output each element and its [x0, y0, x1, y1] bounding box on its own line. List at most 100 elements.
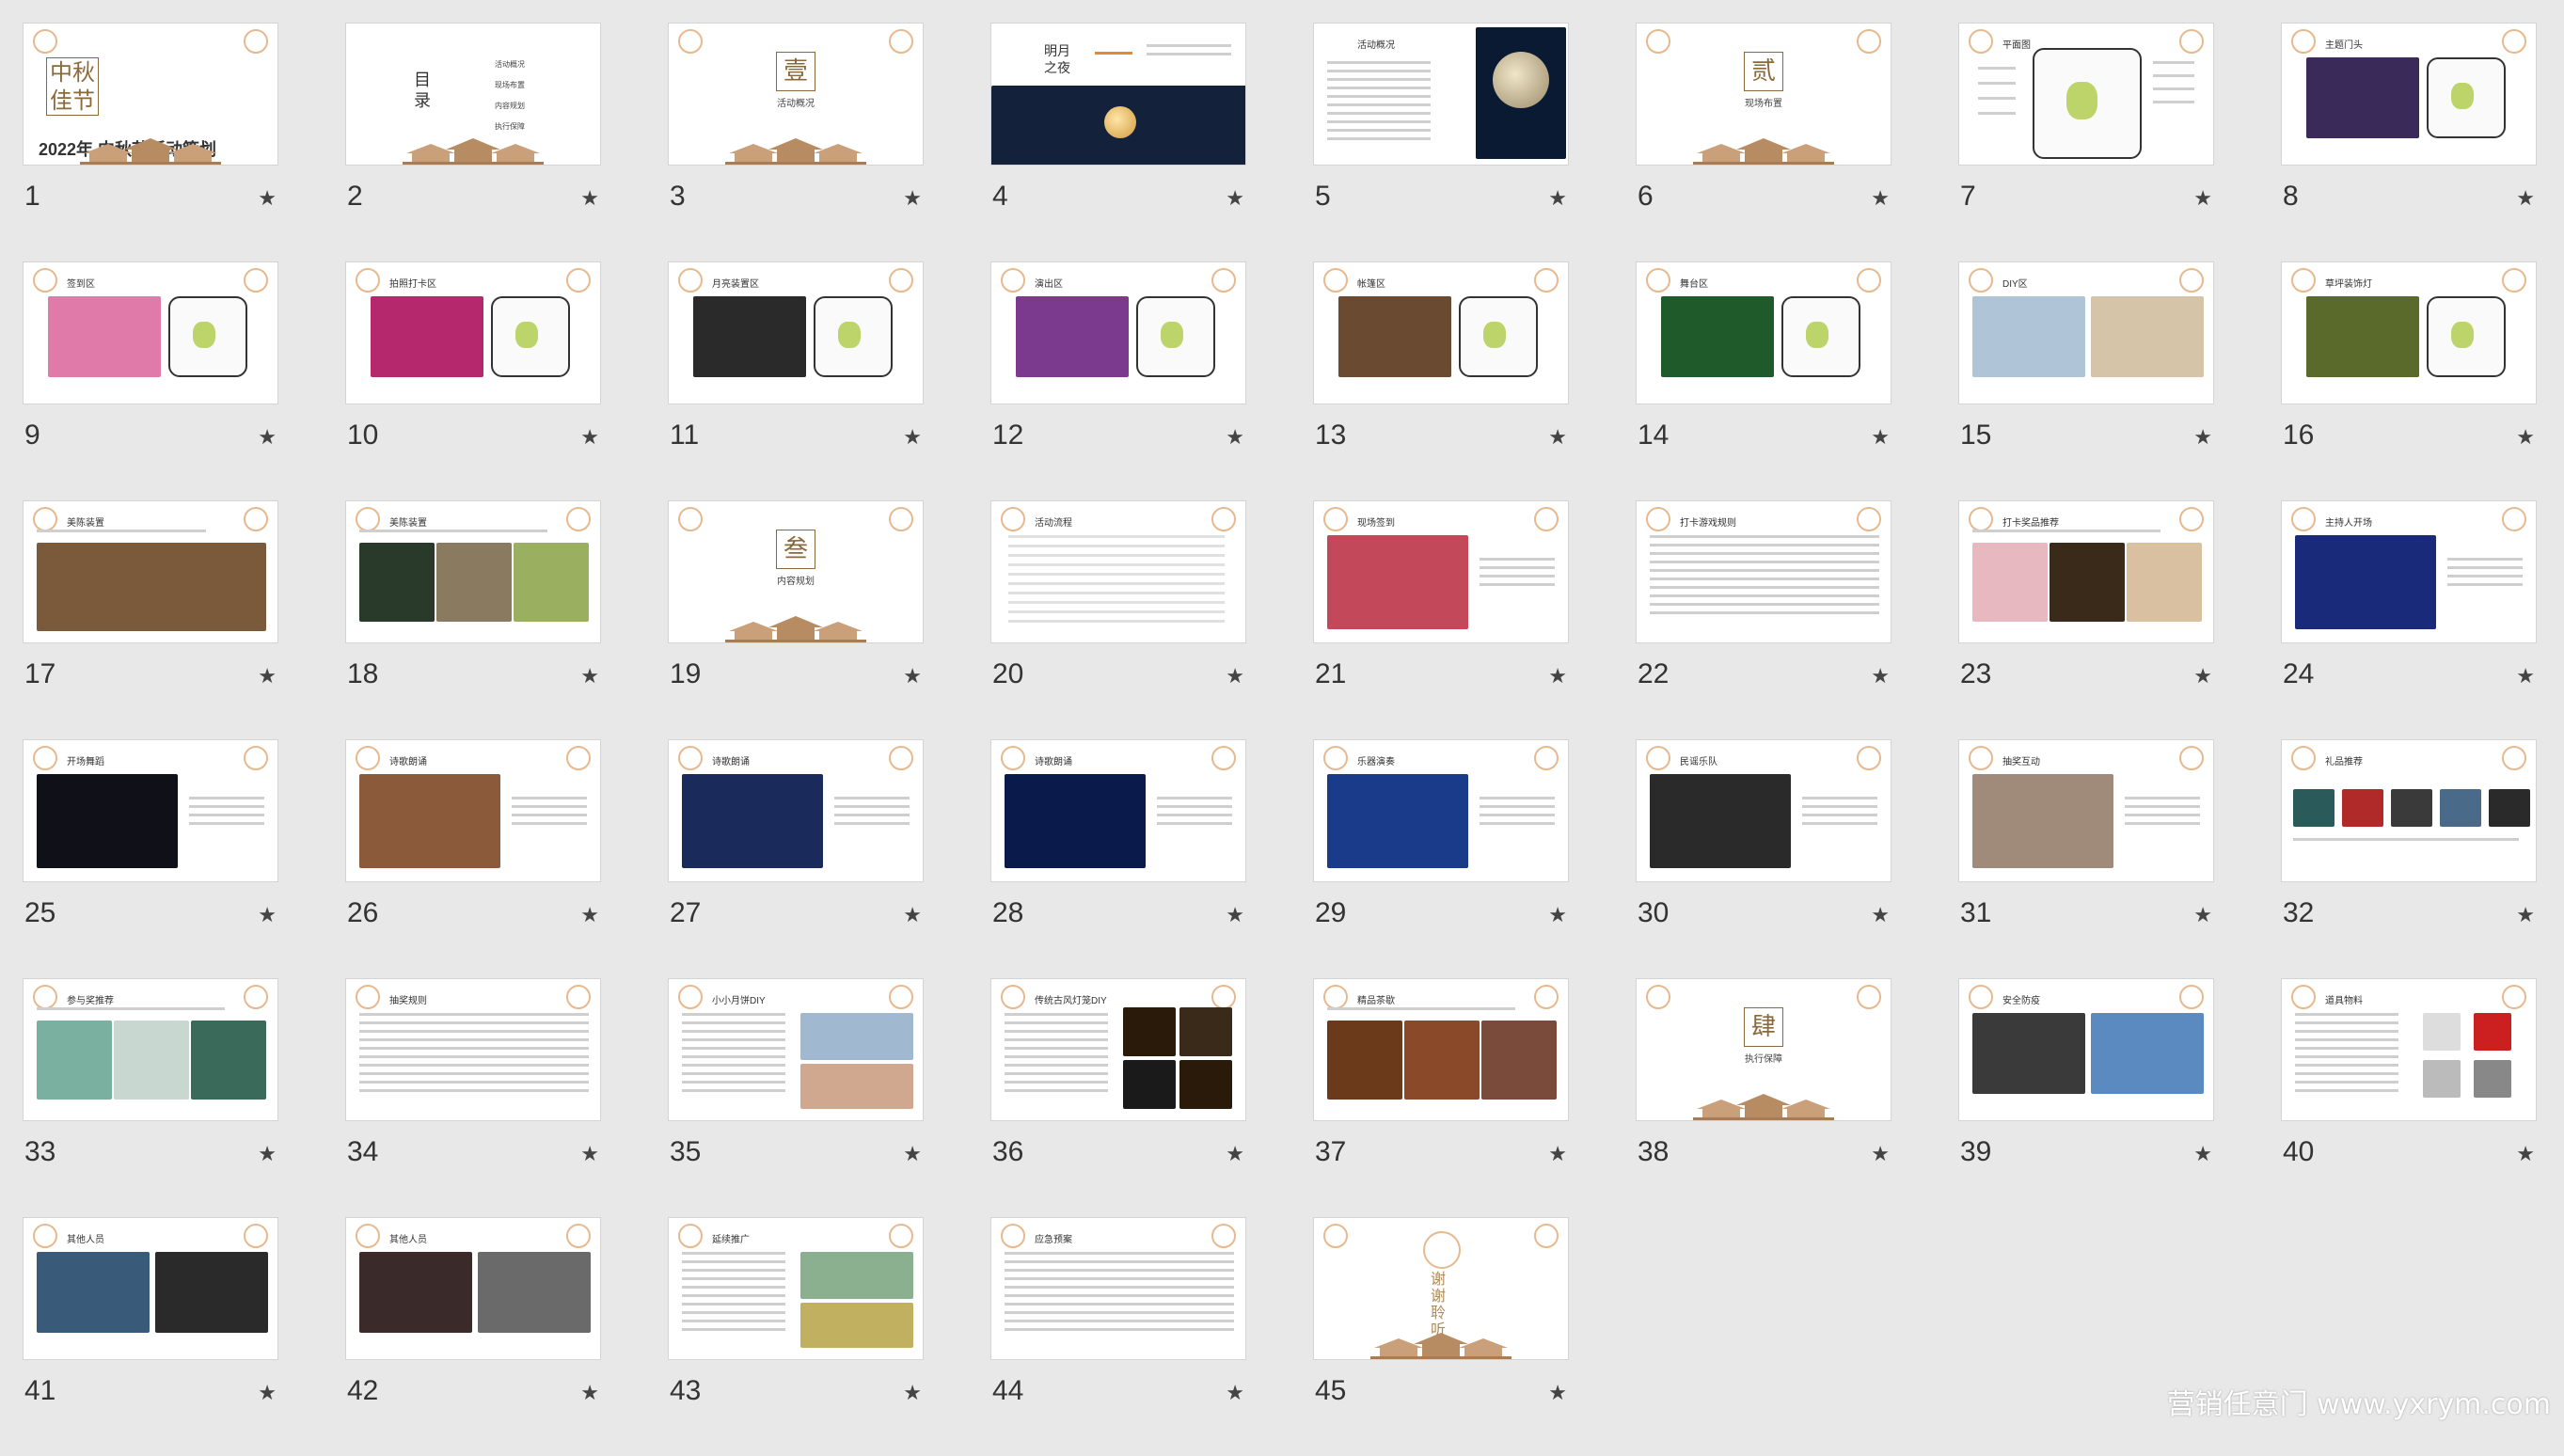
slide-preview[interactable]: 平面图 — [1958, 23, 2214, 166]
slide-preview[interactable]: 谢谢聆听 — [1313, 1217, 1569, 1360]
slide-thumbnail[interactable]: 道具物料 40 ★ — [2281, 978, 2537, 1217]
star-icon[interactable]: ★ — [2516, 425, 2535, 450]
slide-thumbnail[interactable]: 主题门头 8 ★ — [2281, 23, 2537, 261]
slide-thumbnail[interactable]: 开场舞蹈 25 ★ — [23, 739, 278, 978]
slide-thumbnail[interactable]: 贰现场布置 6 ★ — [1636, 23, 1891, 261]
star-icon[interactable]: ★ — [2193, 186, 2212, 211]
slide-thumbnail[interactable]: 安全防疫 39 ★ — [1958, 978, 2214, 1217]
star-icon[interactable]: ★ — [1226, 664, 1244, 688]
slide-preview[interactable]: 美陈装置 — [23, 500, 278, 643]
slide-preview[interactable]: 叁内容规划 — [668, 500, 924, 643]
star-icon[interactable]: ★ — [903, 425, 922, 450]
slide-thumbnail[interactable]: 其他人员 41 ★ — [23, 1217, 278, 1456]
slide-preview[interactable]: 打卡奖品推荐 — [1958, 500, 2214, 643]
slide-thumbnail[interactable]: 诗歌朗诵 26 ★ — [345, 739, 601, 978]
slide-thumbnail[interactable]: 目录 活动概况 现场布置 内容规划 执行保障 2 ★ — [345, 23, 601, 261]
slide-preview[interactable]: 活动流程 — [990, 500, 1246, 643]
slide-thumbnail[interactable]: 传统古风灯笼DIY 36 ★ — [990, 978, 1246, 1217]
slide-thumbnail[interactable]: 中秋佳节2022年 中秋节活动策划 1 ★ — [23, 23, 278, 261]
slide-preview[interactable]: 肆执行保障 — [1636, 978, 1891, 1121]
slide-preview[interactable]: 安全防疫 — [1958, 978, 2214, 1121]
star-icon[interactable]: ★ — [903, 903, 922, 927]
star-icon[interactable]: ★ — [258, 425, 277, 450]
star-icon[interactable]: ★ — [2193, 903, 2212, 927]
slide-preview[interactable]: 帐篷区 — [1313, 261, 1569, 404]
star-icon[interactable]: ★ — [1226, 903, 1244, 927]
star-icon[interactable]: ★ — [2516, 664, 2535, 688]
slide-preview[interactable]: 贰现场布置 — [1636, 23, 1891, 166]
star-icon[interactable]: ★ — [1226, 1381, 1244, 1405]
star-icon[interactable]: ★ — [258, 664, 277, 688]
slide-thumbnail[interactable]: 诗歌朗诵 28 ★ — [990, 739, 1246, 978]
slide-preview[interactable]: 主持人开场 — [2281, 500, 2537, 643]
star-icon[interactable]: ★ — [1871, 425, 1890, 450]
slide-thumbnail[interactable]: 平面图 7 ★ — [1958, 23, 2214, 261]
star-icon[interactable]: ★ — [1226, 186, 1244, 211]
star-icon[interactable]: ★ — [1548, 1142, 1567, 1166]
slide-preview[interactable]: 精品茶歇 — [1313, 978, 1569, 1121]
star-icon[interactable]: ★ — [903, 664, 922, 688]
slide-preview[interactable]: 开场舞蹈 — [23, 739, 278, 882]
star-icon[interactable]: ★ — [1548, 1381, 1567, 1405]
star-icon[interactable]: ★ — [903, 186, 922, 211]
slide-thumbnail[interactable]: 叁内容规划 19 ★ — [668, 500, 924, 739]
star-icon[interactable]: ★ — [2193, 664, 2212, 688]
slide-preview[interactable]: 礼品推荐 — [2281, 739, 2537, 882]
slide-preview[interactable]: 演出区 — [990, 261, 1246, 404]
slide-preview[interactable]: 草坪装饰灯 — [2281, 261, 2537, 404]
star-icon[interactable]: ★ — [2193, 1142, 2212, 1166]
slide-preview[interactable]: 乐器演奏 — [1313, 739, 1569, 882]
slide-thumbnail[interactable]: 帐篷区 13 ★ — [1313, 261, 1569, 500]
slide-thumbnail[interactable]: 打卡奖品推荐 23 ★ — [1958, 500, 2214, 739]
star-icon[interactable]: ★ — [580, 903, 599, 927]
slide-preview[interactable]: 小小月饼DIY — [668, 978, 924, 1121]
slide-preview[interactable]: 月亮装置区 — [668, 261, 924, 404]
slide-preview[interactable]: 主题门头 — [2281, 23, 2537, 166]
slide-preview[interactable]: DIY区 — [1958, 261, 2214, 404]
slide-thumbnail[interactable]: 明月之夜 4 ★ — [990, 23, 1246, 261]
star-icon[interactable]: ★ — [580, 1142, 599, 1166]
slide-preview[interactable]: 参与奖推荐 — [23, 978, 278, 1121]
star-icon[interactable]: ★ — [903, 1381, 922, 1405]
slide-preview[interactable]: 诗歌朗诵 — [990, 739, 1246, 882]
slide-thumbnail[interactable]: 拍照打卡区 10 ★ — [345, 261, 601, 500]
slide-preview[interactable]: 其他人员 — [23, 1217, 278, 1360]
slide-thumbnail[interactable]: 美陈装置 17 ★ — [23, 500, 278, 739]
slide-thumbnail[interactable]: 舞台区 14 ★ — [1636, 261, 1891, 500]
star-icon[interactable]: ★ — [2516, 1142, 2535, 1166]
star-icon[interactable]: ★ — [2516, 903, 2535, 927]
slide-preview[interactable]: 现场签到 — [1313, 500, 1569, 643]
slide-preview[interactable]: 传统古风灯笼DIY — [990, 978, 1246, 1121]
slide-preview[interactable]: 壹活动概况 — [668, 23, 924, 166]
slide-preview[interactable]: 明月之夜 — [990, 23, 1246, 166]
star-icon[interactable]: ★ — [1871, 664, 1890, 688]
slide-thumbnail[interactable]: 肆执行保障 38 ★ — [1636, 978, 1891, 1217]
slide-thumbnail[interactable]: 诗歌朗诵 27 ★ — [668, 739, 924, 978]
slide-thumbnail[interactable]: 其他人员 42 ★ — [345, 1217, 601, 1456]
slide-preview[interactable]: 诗歌朗诵 — [345, 739, 601, 882]
slide-preview[interactable]: 签到区 — [23, 261, 278, 404]
slide-preview[interactable]: 打卡游戏规则 — [1636, 500, 1891, 643]
slide-preview[interactable]: 其他人员 — [345, 1217, 601, 1360]
slide-preview[interactable]: 抽奖规则 — [345, 978, 601, 1121]
slide-thumbnail[interactable]: 月亮装置区 11 ★ — [668, 261, 924, 500]
slide-preview[interactable]: 活动概况 — [1313, 23, 1569, 166]
slide-preview[interactable]: 目录 活动概况 现场布置 内容规划 执行保障 — [345, 23, 601, 166]
slide-thumbnail[interactable]: 应急预案 44 ★ — [990, 1217, 1246, 1456]
star-icon[interactable]: ★ — [580, 186, 599, 211]
slide-preview[interactable]: 诗歌朗诵 — [668, 739, 924, 882]
slide-thumbnail[interactable]: 活动流程 20 ★ — [990, 500, 1246, 739]
star-icon[interactable]: ★ — [1548, 903, 1567, 927]
star-icon[interactable]: ★ — [1548, 186, 1567, 211]
slide-thumbnail[interactable]: 精品茶歇 37 ★ — [1313, 978, 1569, 1217]
slide-preview[interactable]: 中秋佳节2022年 中秋节活动策划 — [23, 23, 278, 166]
slide-thumbnail[interactable]: 签到区 9 ★ — [23, 261, 278, 500]
slide-thumbnail[interactable]: 延续推广 43 ★ — [668, 1217, 924, 1456]
slide-thumbnail[interactable]: 参与奖推荐 33 ★ — [23, 978, 278, 1217]
slide-thumbnail[interactable]: 演出区 12 ★ — [990, 261, 1246, 500]
star-icon[interactable]: ★ — [1871, 903, 1890, 927]
star-icon[interactable]: ★ — [1871, 186, 1890, 211]
star-icon[interactable]: ★ — [1226, 425, 1244, 450]
slide-preview[interactable]: 美陈装置 — [345, 500, 601, 643]
slide-thumbnail[interactable]: 谢谢聆听 45 ★ — [1313, 1217, 1569, 1456]
